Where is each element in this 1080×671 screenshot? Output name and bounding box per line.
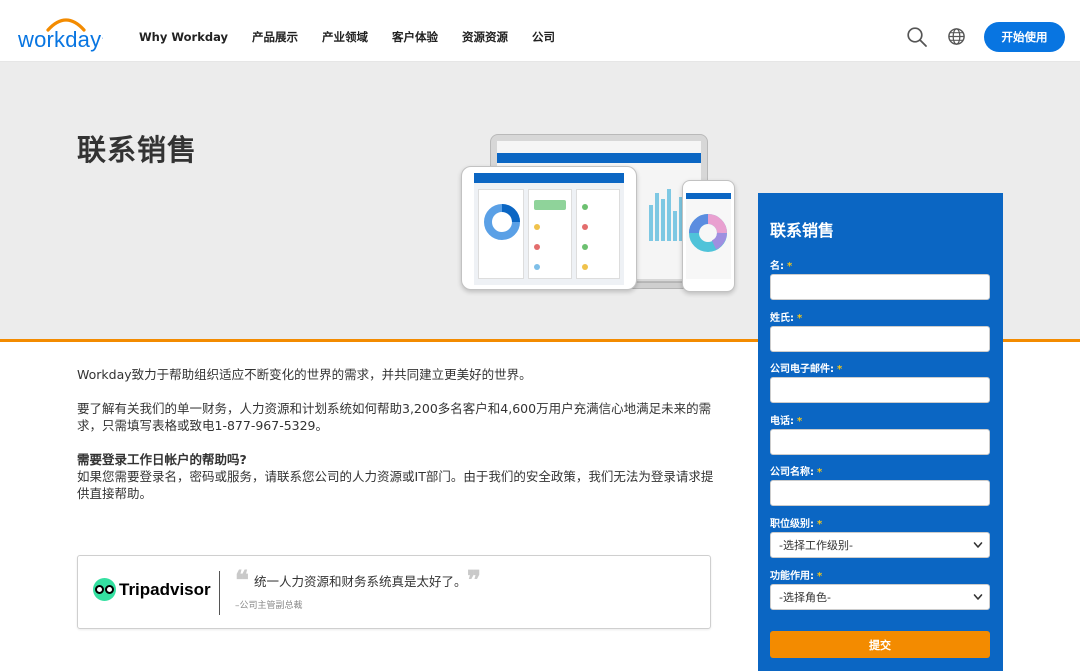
- main-nav: Why Workday 产品展示 产业领域 客户体验 资源资源 公司: [139, 29, 579, 45]
- job-level-select[interactable]: -选择工作级别-: [770, 532, 990, 558]
- email-field[interactable]: [770, 377, 990, 403]
- phone-screen: [686, 193, 731, 279]
- help-line-1: 如果您需要登录名，密码或服务，请联系您公司的人力资源或IT部门。由于我们的安全政…: [77, 469, 714, 484]
- email-label: 公司电子邮件: *: [770, 364, 843, 375]
- contact-paragraph: 要了解有关我们的单一财务，人力资源和计划系统如何帮助3,200多名客户和4,60…: [77, 400, 717, 434]
- logo-wordmark: workday.: [18, 27, 104, 52]
- required-mark: *: [797, 416, 803, 427]
- function-label: 功能作用: *: [770, 571, 823, 582]
- globe-icon[interactable]: [947, 27, 966, 46]
- first-name-field[interactable]: [770, 274, 990, 300]
- required-mark: *: [787, 261, 793, 272]
- tripadvisor-logo: Tripadvisor: [93, 578, 211, 601]
- nav-industries[interactable]: 产业领域: [322, 29, 368, 45]
- nav-why-workday[interactable]: Why Workday: [139, 29, 228, 45]
- tablet-mockup: [461, 166, 637, 290]
- phone-mockup: [682, 180, 735, 292]
- donut-chart-icon: [484, 204, 520, 240]
- search-icon[interactable]: [906, 26, 928, 48]
- required-mark: *: [817, 467, 823, 478]
- last-name-label: 姓氏: *: [770, 313, 803, 324]
- contact-line-1: 要了解有关我们的单一财务，人力资源和计划系统如何帮助3,200多名客户和4,60…: [77, 401, 712, 416]
- laptop-app-bar: [497, 153, 701, 163]
- nav-company[interactable]: 公司: [532, 29, 555, 45]
- job-level-value: -选择工作级别-: [779, 539, 853, 552]
- testimonial-card: Tripadvisor ❝ 统一人力资源和财务系统真是太好了。 ❞ –公司主管副…: [77, 555, 711, 629]
- nav-resources[interactable]: 资源资源: [462, 29, 508, 45]
- chevron-down-icon: [973, 542, 983, 548]
- tablet-screen: [474, 173, 624, 285]
- close-quote-icon: ❞: [467, 566, 481, 596]
- nav-products[interactable]: 产品展示: [252, 29, 298, 45]
- required-mark: *: [797, 313, 803, 324]
- workday-logo[interactable]: workday.: [18, 12, 114, 52]
- help-line-2: 供直接帮助。: [77, 486, 153, 501]
- company-field[interactable]: [770, 480, 990, 506]
- submit-button[interactable]: 提交: [770, 631, 990, 658]
- tripadvisor-owl-icon: [93, 578, 116, 601]
- phone-app-bar: [686, 193, 731, 199]
- first-name-label: 名: *: [770, 261, 793, 272]
- phone-label: 电话: *: [770, 416, 803, 427]
- job-level-label: 职位级别: *: [770, 519, 823, 530]
- required-mark: *: [817, 571, 823, 582]
- testimonial-author: –公司主管副总裁: [235, 601, 303, 611]
- testimonial-quote: 统一人力资源和财务系统真是太好了。: [254, 574, 467, 589]
- open-quote-icon: ❝: [235, 566, 249, 596]
- intro-paragraph: Workday致力于帮助组织适应不断变化的世界的需求，并共同建立更美好的世界。: [77, 367, 532, 382]
- tablet-card-middle: [528, 189, 572, 279]
- nav-customer-experience[interactable]: 客户体验: [392, 29, 438, 45]
- tablet-card-donut: [478, 189, 524, 279]
- help-paragraph: 需要登录工作日帐户的帮助吗? 如果您需要登录名，密码或服务，请联系您公司的人力资…: [77, 451, 717, 502]
- chevron-down-icon: [973, 594, 983, 600]
- phone-field[interactable]: [770, 429, 990, 455]
- tripadvisor-wordmark: Tripadvisor: [119, 579, 211, 599]
- function-select[interactable]: -选择角色-: [770, 584, 990, 610]
- required-mark: *: [817, 519, 823, 530]
- tablet-app-bar: [474, 173, 624, 183]
- pie-chart-icon: [689, 214, 727, 252]
- company-label: 公司名称: *: [770, 467, 823, 478]
- last-name-field[interactable]: [770, 326, 990, 352]
- get-started-button[interactable]: 开始使用: [984, 22, 1065, 52]
- required-mark: *: [837, 364, 843, 375]
- tablet-card-right: [576, 189, 620, 279]
- contact-sales-form: 联系销售 名: * 姓氏: * 公司电子邮件: * 电话: * 公司名称: * 职位级别:…: [758, 193, 1003, 671]
- help-heading: 需要登录工作日帐户的帮助吗?: [77, 452, 247, 467]
- testimonial-divider: [219, 571, 220, 615]
- function-value: -选择角色-: [779, 591, 831, 604]
- page-title: 联系销售: [77, 133, 198, 167]
- site-header: workday. Why Workday 产品展示 产业领域 客户体验 资源资源…: [0, 0, 1080, 62]
- form-title: 联系销售: [770, 221, 835, 240]
- contact-line-2: 求，只需填写表格或致电1-877-967-5329。: [77, 418, 329, 433]
